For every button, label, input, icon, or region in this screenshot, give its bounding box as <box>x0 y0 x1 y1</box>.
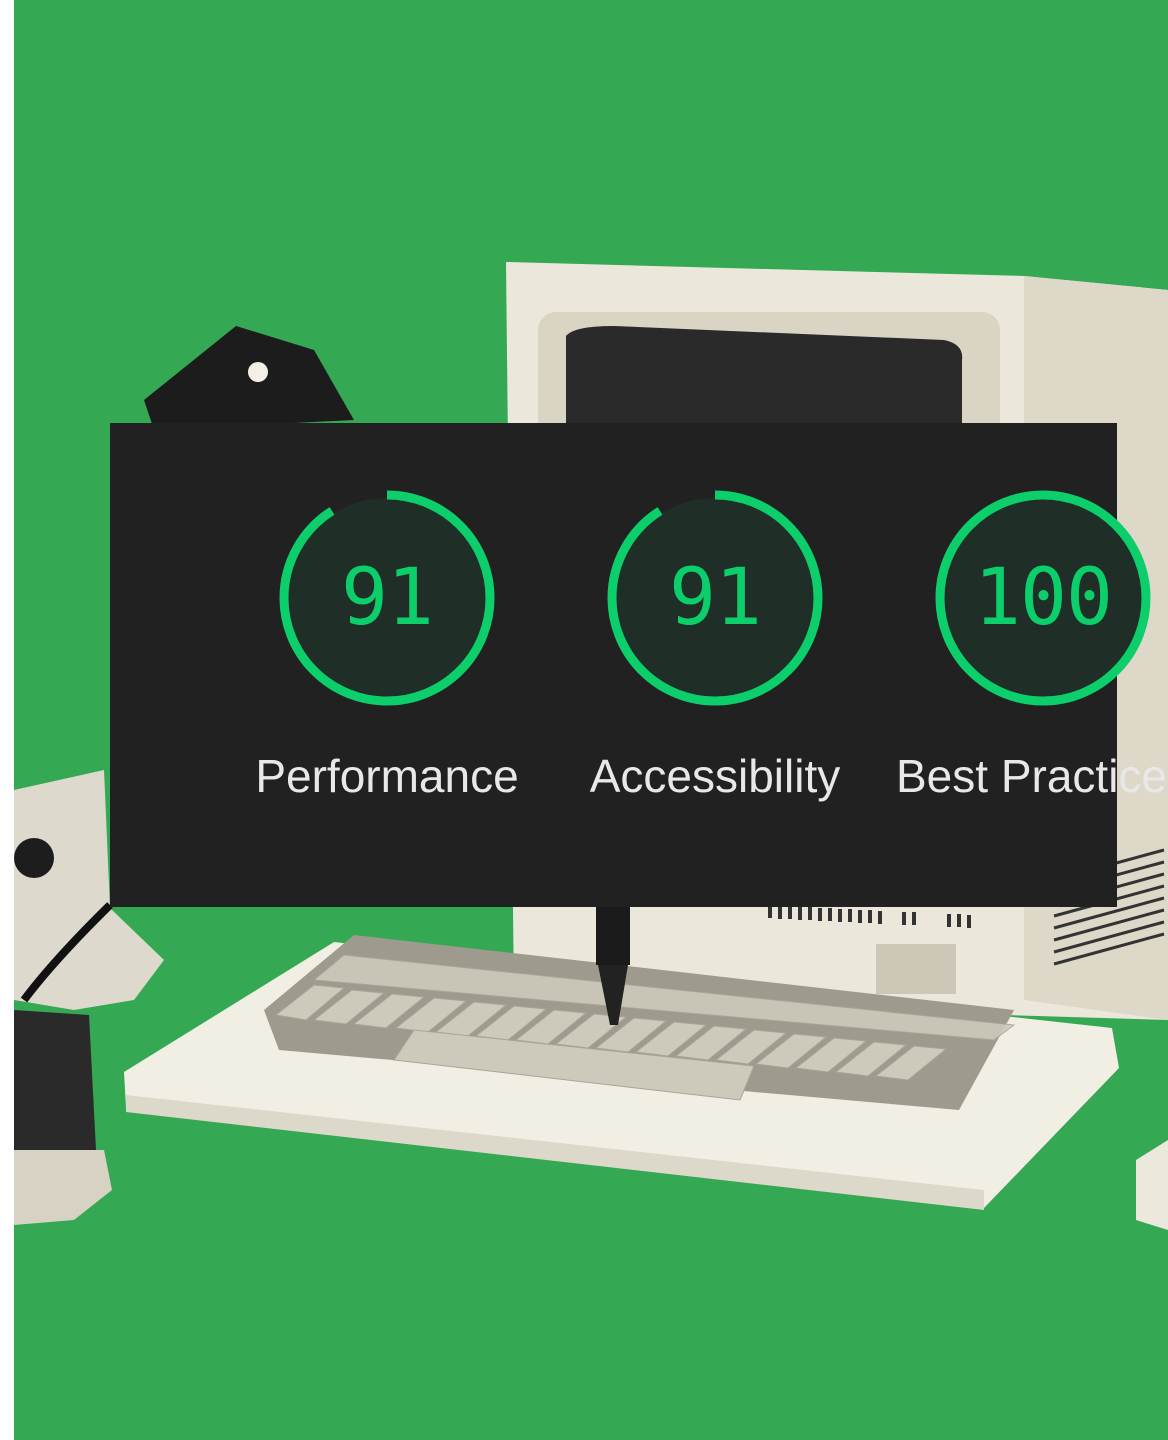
performance-score: 91 <box>341 553 434 643</box>
accessibility-gauge: 91 Accessibility <box>565 423 865 907</box>
background-scene: 91 Performance 91 Accessibility 100 Best… <box>14 0 1168 1440</box>
lighthouse-scores-panel: 91 Performance 91 Accessibility 100 Best… <box>110 423 1168 907</box>
best-practices-gauge: 100 Best Practices <box>893 423 1168 907</box>
accessibility-score: 91 <box>669 553 762 643</box>
best-practices-label: Best Practices <box>896 750 1168 802</box>
performance-label: Performance <box>255 750 519 802</box>
best-practices-score: 100 <box>974 553 1113 643</box>
performance-gauge: 91 Performance <box>237 423 537 907</box>
accessibility-label: Accessibility <box>589 750 841 802</box>
